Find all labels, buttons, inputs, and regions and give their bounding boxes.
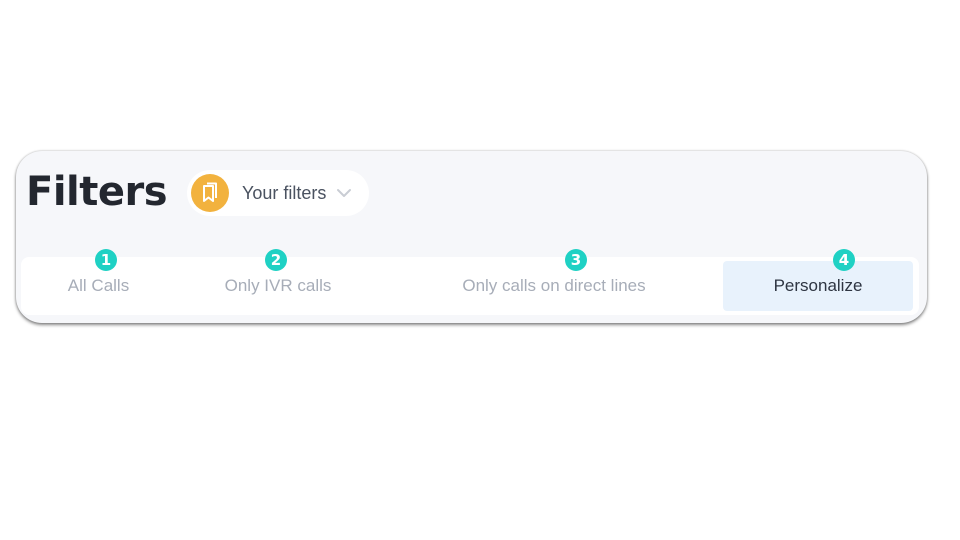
bookmarks-icon (191, 174, 229, 212)
your-filters-label: Your filters (242, 182, 327, 203)
tab-personalize[interactable]: Personalize (723, 257, 913, 315)
page-title: Filters (26, 169, 168, 215)
tab-direct-lines[interactable]: Only calls on direct lines (421, 257, 687, 315)
filters-panel: Filters Your filters All Calls Only IVR … (16, 151, 927, 323)
step-marker-1: 1 (95, 249, 117, 271)
step-marker-4: 4 (833, 249, 855, 271)
your-filters-dropdown[interactable]: Your filters (187, 170, 369, 216)
step-marker-2: 2 (265, 249, 287, 271)
step-marker-3: 3 (565, 249, 587, 271)
chevron-down-icon (336, 188, 352, 198)
filter-tabs: All Calls Only IVR calls Only calls on d… (21, 257, 919, 315)
